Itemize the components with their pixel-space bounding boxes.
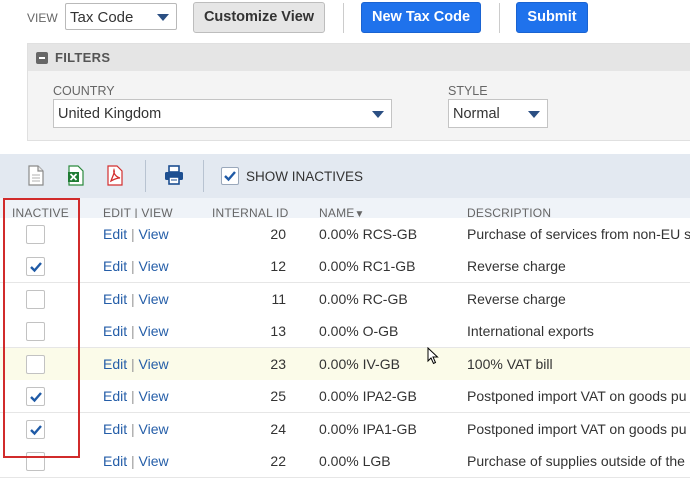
list-toolbar: SHOW INACTIVES bbox=[0, 154, 690, 198]
new-document-icon[interactable] bbox=[27, 165, 45, 191]
toolbar-divider bbox=[145, 160, 146, 192]
internal-id-cell: 20 bbox=[270, 226, 286, 242]
internal-id-cell: 11 bbox=[271, 291, 286, 307]
description-cell: Reverse charge bbox=[467, 258, 566, 274]
country-select[interactable]: United Kingdom bbox=[53, 99, 392, 128]
internal-id-cell: 12 bbox=[270, 258, 286, 274]
edit-view-links: Edit | View bbox=[103, 323, 169, 339]
show-inactives-label[interactable]: SHOW INACTIVES bbox=[246, 169, 363, 184]
view-link[interactable]: View bbox=[139, 291, 169, 307]
description-cell: International exports bbox=[467, 323, 594, 339]
table-row[interactable]: Edit | View 22 0.00% LGB Purchase of suppli… bbox=[0, 445, 690, 478]
internal-id-cell: 23 bbox=[270, 356, 286, 372]
view-link[interactable]: View bbox=[139, 323, 169, 339]
customize-view-button[interactable]: Customize View bbox=[193, 2, 325, 33]
view-label: VIEW bbox=[27, 11, 58, 25]
filters-title: FILTERS bbox=[55, 50, 111, 65]
table-row[interactable]: Edit | View 23 0.00% IV-GB 100% VAT bill bbox=[0, 348, 690, 381]
name-cell: 0.00% O-GB bbox=[319, 323, 399, 339]
style-label: STYLE bbox=[448, 84, 488, 98]
name-cell: 0.00% IV-GB bbox=[319, 356, 400, 372]
link-separator: | bbox=[131, 323, 135, 339]
style-select[interactable]: Normal bbox=[448, 99, 548, 128]
link-separator: | bbox=[131, 421, 135, 437]
chevron-down-icon bbox=[372, 111, 384, 118]
link-separator: | bbox=[131, 356, 135, 372]
mouse-pointer-icon bbox=[427, 346, 439, 370]
link-separator: | bbox=[131, 453, 135, 469]
edit-view-links: Edit | View bbox=[103, 453, 169, 469]
edit-link[interactable]: Edit bbox=[103, 453, 127, 469]
description-cell: Reverse charge bbox=[467, 291, 566, 307]
view-link[interactable]: View bbox=[139, 453, 169, 469]
edit-view-links: Edit | View bbox=[103, 421, 169, 437]
edit-link[interactable]: Edit bbox=[103, 323, 127, 339]
edit-view-links: Edit | View bbox=[103, 356, 169, 372]
link-separator: | bbox=[131, 226, 135, 242]
toolbar-divider bbox=[499, 3, 500, 33]
view-link[interactable]: View bbox=[139, 258, 169, 274]
edit-view-links: Edit | View bbox=[103, 388, 169, 404]
name-cell: 0.00% IPA1-GB bbox=[319, 421, 417, 437]
view-select[interactable]: Tax Code bbox=[65, 3, 177, 30]
top-bar: VIEW Tax Code Customize View New Tax Cod… bbox=[0, 0, 690, 38]
table-row[interactable]: Edit | View 13 0.00% O-GB International exp… bbox=[0, 315, 690, 348]
filters-header[interactable]: FILTERS bbox=[28, 44, 690, 71]
description-cell: Postponed import VAT on goods pu bbox=[467, 388, 687, 404]
style-select-value: Normal bbox=[453, 106, 500, 122]
table-row[interactable]: Edit | View 25 0.00% IPA2-GB Postponed impo… bbox=[0, 380, 690, 413]
view-link[interactable]: View bbox=[139, 356, 169, 372]
country-select-value: United Kingdom bbox=[58, 106, 162, 122]
chevron-down-icon bbox=[528, 111, 540, 118]
toolbar-divider bbox=[343, 3, 344, 33]
edit-view-links: Edit | View bbox=[103, 258, 169, 274]
name-cell: 0.00% RCS-GB bbox=[319, 226, 418, 242]
edit-link[interactable]: Edit bbox=[103, 356, 127, 372]
view-select-value: Tax Code bbox=[70, 9, 134, 26]
edit-link[interactable]: Edit bbox=[103, 226, 127, 242]
edit-view-links: Edit | View bbox=[103, 291, 169, 307]
edit-view-links: Edit | View bbox=[103, 226, 169, 242]
filters-panel: FILTERS COUNTRY United Kingdom STYLE Nor… bbox=[27, 43, 690, 141]
internal-id-cell: 13 bbox=[270, 323, 286, 339]
view-link[interactable]: View bbox=[139, 421, 169, 437]
description-cell: Postponed import VAT on goods pu bbox=[467, 421, 687, 437]
export-excel-icon[interactable] bbox=[67, 165, 85, 191]
collapse-icon[interactable] bbox=[36, 52, 48, 64]
internal-id-cell: 24 bbox=[270, 421, 286, 437]
table-row[interactable]: Edit | View 12 0.00% RC1-GB Reverse charge bbox=[0, 250, 690, 283]
table-row[interactable]: Edit | View 24 0.00% IPA1-GB Postponed impo… bbox=[0, 413, 690, 446]
highlight-annotation bbox=[3, 198, 80, 458]
toolbar-divider bbox=[203, 160, 204, 192]
export-pdf-icon[interactable] bbox=[106, 165, 124, 191]
print-icon[interactable] bbox=[163, 164, 185, 191]
table-row[interactable]: Edit | View 20 0.00% RCS-GB Purchase of ser… bbox=[0, 218, 690, 251]
chevron-down-icon bbox=[157, 14, 169, 21]
edit-link[interactable]: Edit bbox=[103, 421, 127, 437]
description-cell: 100% VAT bill bbox=[467, 356, 553, 372]
view-link[interactable]: View bbox=[139, 388, 169, 404]
name-cell: 0.00% RC-GB bbox=[319, 291, 408, 307]
description-cell: Purchase of services from non-EU s bbox=[467, 226, 690, 242]
new-tax-code-button[interactable]: New Tax Code bbox=[361, 2, 481, 33]
show-inactives-checkbox[interactable] bbox=[221, 167, 239, 185]
description-cell: Purchase of supplies outside of the bbox=[467, 453, 685, 469]
internal-id-cell: 25 bbox=[270, 388, 286, 404]
name-cell: 0.00% RC1-GB bbox=[319, 258, 416, 274]
link-separator: | bbox=[131, 258, 135, 274]
name-cell: 0.00% LGB bbox=[319, 453, 391, 469]
edit-link[interactable]: Edit bbox=[103, 291, 127, 307]
name-cell: 0.00% IPA2-GB bbox=[319, 388, 417, 404]
country-label: COUNTRY bbox=[53, 84, 115, 98]
link-separator: | bbox=[131, 291, 135, 307]
table-row[interactable]: Edit | View 11 0.00% RC-GB Reverse charge bbox=[0, 283, 690, 316]
internal-id-cell: 22 bbox=[270, 453, 286, 469]
view-link[interactable]: View bbox=[139, 226, 169, 242]
edit-link[interactable]: Edit bbox=[103, 388, 127, 404]
link-separator: | bbox=[131, 388, 135, 404]
submit-button[interactable]: Submit bbox=[516, 2, 588, 33]
edit-link[interactable]: Edit bbox=[103, 258, 127, 274]
